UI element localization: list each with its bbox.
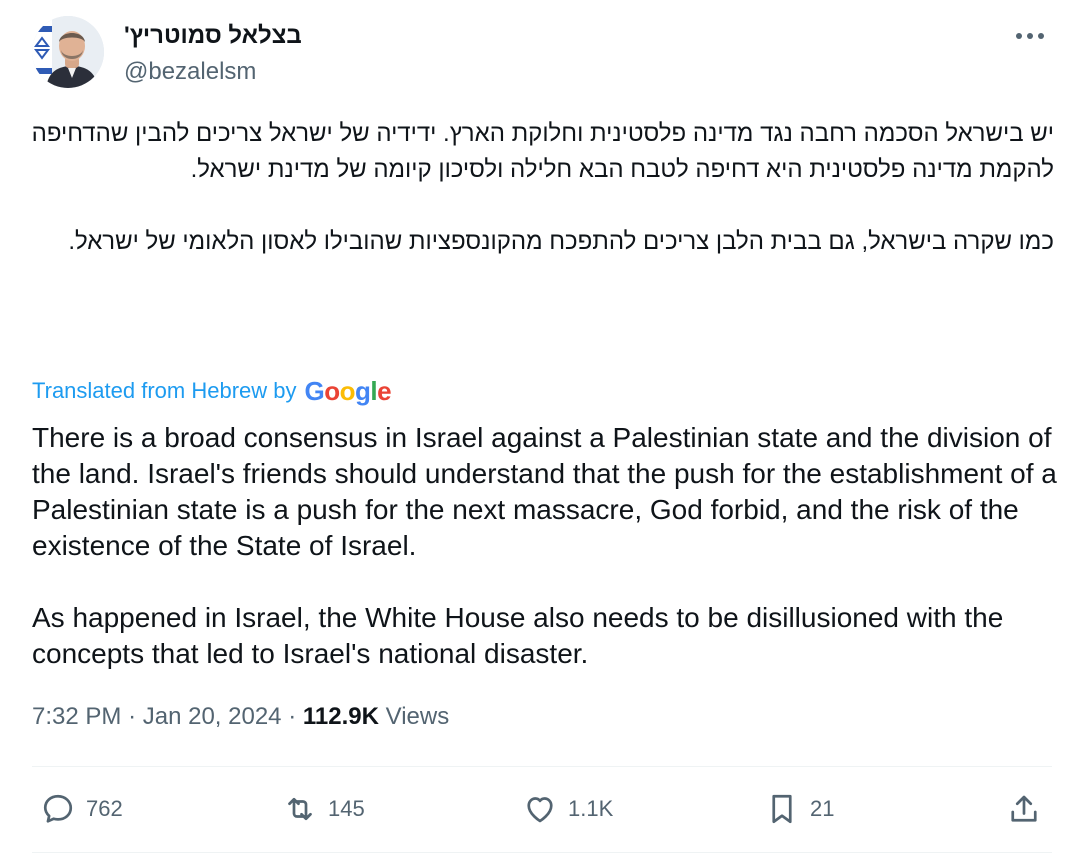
repost-button[interactable]: 145 xyxy=(282,786,365,832)
tweet-time[interactable]: 7:32 PM xyxy=(32,703,121,730)
reply-button[interactable]: 762 xyxy=(40,786,123,832)
meta-separator: · xyxy=(128,703,137,730)
meta-separator: · xyxy=(288,703,297,730)
share-upload-icon xyxy=(1011,795,1037,822)
author-display-name[interactable]: בצלאל סמוטריץ' xyxy=(124,22,302,50)
more-horizontal-icon xyxy=(1016,33,1044,39)
translated-from-label[interactable]: Translated from Hebrew by xyxy=(32,378,297,404)
reply-count: 762 xyxy=(86,796,123,821)
english-paragraph: As happened in Israel, the White House a… xyxy=(32,602,1004,669)
divider xyxy=(32,852,1052,853)
google-logo: Google xyxy=(304,376,392,406)
author-handle[interactable]: @bezalelsm xyxy=(124,58,256,86)
heart-icon xyxy=(527,797,553,823)
tweet: בצלאל סמוטריץ' @bezalelsm יש בישראל הסכמ… xyxy=(0,0,1084,854)
translation-attribution[interactable]: Translated from Hebrew by Google xyxy=(32,376,392,406)
repost-arrows-icon xyxy=(288,797,312,821)
divider xyxy=(32,766,1052,767)
like-count: 1.1K xyxy=(568,796,614,821)
like-button[interactable]: 1.1K xyxy=(522,786,613,832)
bookmark-icon xyxy=(772,794,792,824)
tweet-original-text: יש בישראל הסכמה רחבה נגד מדינה פלסטינית … xyxy=(30,116,1054,260)
avatar-image xyxy=(32,16,104,88)
reply-bubble-icon xyxy=(43,794,73,823)
repost-count: 145 xyxy=(328,796,365,821)
bookmark-button[interactable]: 21 xyxy=(764,786,834,832)
hebrew-paragraph: כמו שקרה בישראל, גם בבית הלבן צריכים להת… xyxy=(68,228,1054,255)
hebrew-paragraph: יש בישראל הסכמה רחבה נגד מדינה פלסטינית … xyxy=(31,120,1054,183)
share-button[interactable] xyxy=(1006,786,1042,832)
bookmark-count: 21 xyxy=(810,796,835,821)
tweet-meta: 7:32 PM · Jan 20, 2024 · 112.9K Views xyxy=(32,703,449,731)
tweet-translated-text: There is a broad consensus in Israel aga… xyxy=(32,420,1062,672)
english-paragraph: There is a broad consensus in Israel aga… xyxy=(32,422,1057,561)
views-count[interactable]: 112.9K xyxy=(303,703,379,730)
views-label: Views xyxy=(385,703,450,730)
avatar[interactable] xyxy=(32,16,104,88)
more-options-button[interactable] xyxy=(1012,22,1048,50)
tweet-actions: 762 145 1.1K 21 xyxy=(0,786,1084,832)
tweet-date[interactable]: Jan 20, 2024 xyxy=(143,703,282,730)
